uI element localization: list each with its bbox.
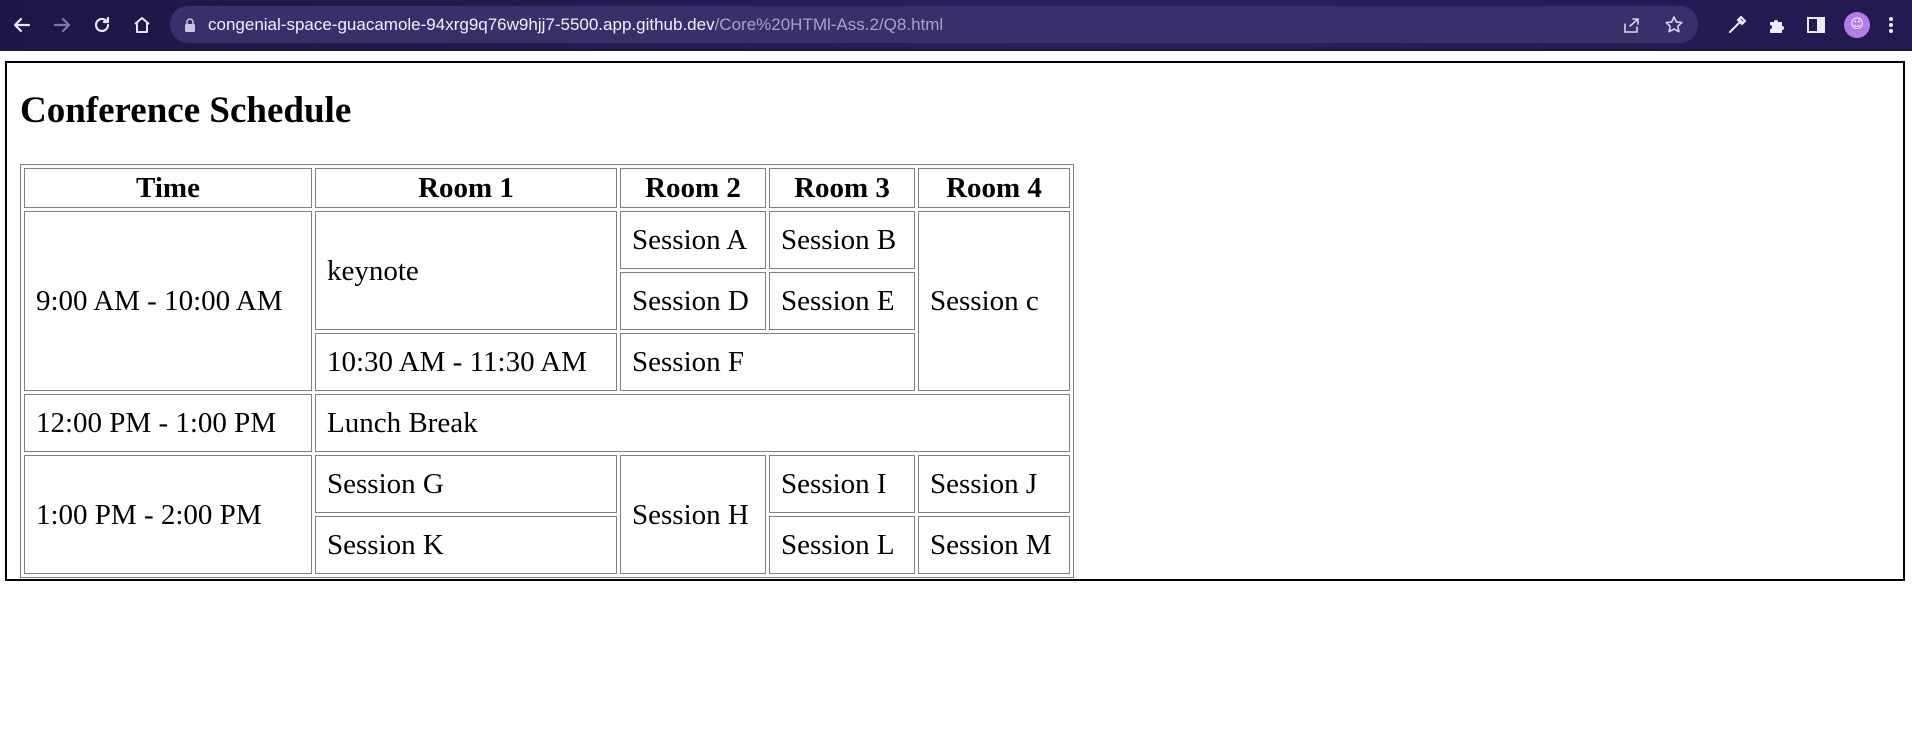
header-room-3: Room 3 (769, 168, 915, 208)
session-cell-c: Session c (918, 211, 1070, 391)
eyedropper-icon[interactable] (1726, 14, 1748, 36)
reload-icon[interactable] (82, 5, 122, 45)
time-cell: 1:00 PM - 2:00 PM (24, 455, 312, 574)
header-time: Time (24, 168, 312, 208)
home-icon[interactable] (122, 5, 162, 45)
page-container: Conference Schedule Time Room 1 Room 2 R… (5, 61, 1905, 581)
session-cell-b: Session B (769, 211, 915, 269)
profile-avatar[interactable]: ☺ (1844, 11, 1870, 38)
bookmark-star-icon[interactable] (1664, 15, 1684, 35)
time-cell: 10:30 AM - 11:30 AM (315, 333, 617, 391)
table-row: 1:00 PM - 2:00 PM Session G Session H Se… (24, 455, 1070, 574)
forward-icon[interactable] (42, 5, 82, 45)
session-cell-f: Session F (620, 333, 915, 391)
session-cell-e: Session E (769, 272, 915, 330)
table-row: 12:00 PM - 1:00 PM Lunch Break (24, 394, 1070, 452)
session-cell-keynote: keynote (315, 211, 617, 330)
table-header-row: Time Room 1 Room 2 Room 3 Room 4 (24, 168, 1070, 208)
session-cell-k: Session K (315, 516, 617, 574)
session-cell-d: Session D (620, 272, 766, 330)
lock-icon (184, 17, 196, 32)
toolbar-divider (0, 49, 1912, 51)
more-menu-icon[interactable] (1888, 15, 1894, 35)
session-cell-a: Session A (620, 211, 766, 269)
time-cell: 9:00 AM - 10:00 AM (24, 211, 312, 391)
session-cell-lunch: Lunch Break (315, 394, 1070, 452)
table-row: 9:00 AM - 10:00 AM keynote Session A Ses… (24, 211, 1070, 391)
url-path: /Core%20HTMl-Ass.2/Q8.html (714, 14, 944, 34)
back-icon[interactable] (2, 5, 42, 45)
header-room-2: Room 2 (620, 168, 766, 208)
browser-toolbar: congenial-space-guacamole-94xrg9q76w9hjj… (0, 0, 1912, 49)
page-title: Conference Schedule (20, 90, 352, 131)
url-host: congenial-space-guacamole-94xrg9q76w9hjj… (208, 14, 715, 34)
session-cell-i: Session I (769, 455, 915, 513)
session-cell-l: Session L (769, 516, 915, 574)
side-panel-icon[interactable] (1806, 15, 1826, 35)
time-cell: 12:00 PM - 1:00 PM (24, 394, 312, 452)
session-cell-h: Session H (620, 455, 766, 574)
header-room-4: Room 4 (918, 168, 1070, 208)
share-icon[interactable] (1622, 16, 1642, 34)
extensions-puzzle-icon[interactable] (1766, 14, 1788, 36)
address-bar[interactable]: congenial-space-guacamole-94xrg9q76w9hjj… (170, 6, 1698, 43)
header-room-1: Room 1 (315, 168, 617, 208)
schedule-table: Time Room 1 Room 2 Room 3 Room 4 9:00 AM… (20, 164, 1074, 578)
session-cell-m: Session M (918, 516, 1070, 574)
session-cell-g: Session G (315, 455, 617, 513)
session-cell-j: Session J (918, 455, 1070, 513)
